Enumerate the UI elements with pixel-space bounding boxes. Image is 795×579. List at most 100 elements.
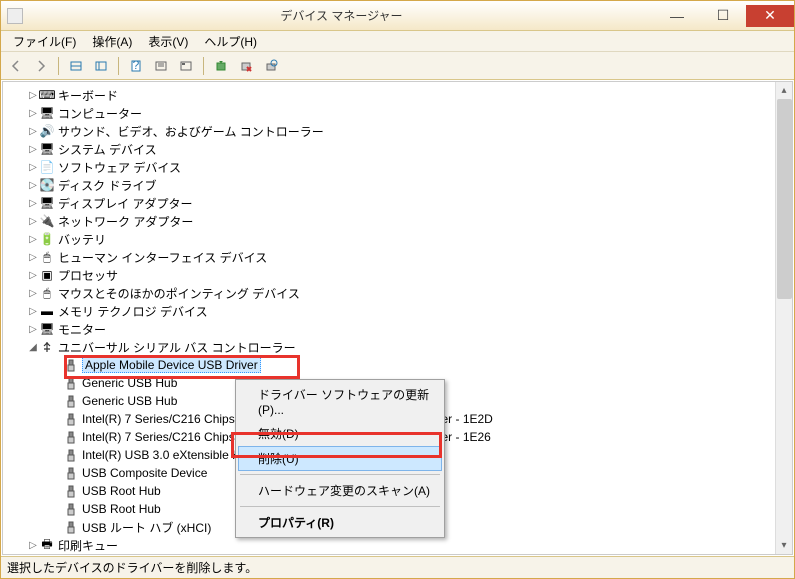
app-icon <box>7 8 23 24</box>
tree-item[interactable]: ▷🖥ディスプレイ アダプター <box>9 194 792 212</box>
menu-help[interactable]: ヘルプ(H) <box>196 31 265 52</box>
window-buttons: — ☐ ✕ <box>654 5 794 27</box>
menu-action[interactable]: 操作(A) <box>84 31 140 52</box>
toolbar-help-button[interactable]: ? <box>125 55 147 77</box>
context-menu: ドライバー ソフトウェアの更新(P)... 無効(D) 削除(U) ハードウェア… <box>235 379 445 538</box>
usb-device-icon <box>63 411 79 427</box>
vertical-scrollbar[interactable]: ▴ ▾ <box>775 82 792 554</box>
expand-icon[interactable]: ▷ <box>27 234 39 245</box>
scroll-down-icon[interactable]: ▾ <box>776 537 792 554</box>
statusbar: 選択したデバイスのドライバーを削除します。 <box>1 556 794 578</box>
keyboard-icon: ⌨ <box>39 87 55 103</box>
expand-icon[interactable]: ▷ <box>27 180 39 191</box>
display-icon: 🖥 <box>39 195 55 211</box>
ctx-update-driver[interactable]: ドライバー ソフトウェアの更新(P)... <box>238 382 442 421</box>
expand-icon[interactable]: ▷ <box>27 126 39 137</box>
tree-item-usb-category[interactable]: ◢ユニバーサル シリアル バス コントローラー <box>9 338 792 356</box>
usb-device-icon <box>63 465 79 481</box>
toolbar-view-button[interactable] <box>90 55 112 77</box>
cpu-icon: ▣ <box>39 267 55 283</box>
expand-icon[interactable]: ▷ <box>27 306 39 317</box>
usb-device-icon <box>63 393 79 409</box>
expand-icon[interactable]: ▷ <box>27 324 39 335</box>
memory-icon: ▬ <box>39 303 55 319</box>
expand-icon[interactable]: ▷ <box>27 108 39 119</box>
menu-view[interactable]: 表示(V) <box>140 31 196 52</box>
expand-icon[interactable]: ▷ <box>27 198 39 209</box>
printer-icon: 🖶 <box>39 537 55 553</box>
menubar: ファイル(F) 操作(A) 表示(V) ヘルプ(H) <box>1 31 794 52</box>
status-text: 選択したデバイスのドライバーを削除します。 <box>7 559 257 576</box>
toolbar: ? <box>1 52 794 80</box>
ctx-separator <box>240 506 440 507</box>
scroll-up-icon[interactable]: ▴ <box>776 82 792 99</box>
sound-icon: 🔊 <box>39 123 55 139</box>
toolbar-separator <box>118 57 119 75</box>
tree-item[interactable]: ▷⌨キーボード <box>9 86 792 104</box>
tree-item[interactable]: ▷🔌ネットワーク アダプター <box>9 212 792 230</box>
tree-item[interactable]: ▷📄ソフトウェア デバイス <box>9 158 792 176</box>
toolbar-forward-button[interactable] <box>30 55 52 77</box>
tree-item-apple-usb-driver[interactable]: Apple Mobile Device USB Driver <box>9 356 792 374</box>
tree-item[interactable]: ▷🖥システム デバイス <box>9 140 792 158</box>
usb-device-icon <box>63 519 79 535</box>
menu-file[interactable]: ファイル(F) <box>5 31 84 52</box>
usb-device-icon <box>63 447 79 463</box>
toolbar-separator <box>58 57 59 75</box>
toolbar-details-button[interactable] <box>175 55 197 77</box>
collapse-icon[interactable]: ◢ <box>27 342 39 353</box>
tree-item[interactable]: ▷🖶印刷キュー <box>9 536 792 554</box>
ctx-properties[interactable]: プロパティ(R) <box>238 510 442 535</box>
tree-item[interactable]: ▷▬メモリ テクノロジ デバイス <box>9 302 792 320</box>
expand-icon[interactable]: ▷ <box>27 144 39 155</box>
disk-icon: 💽 <box>39 177 55 193</box>
expand-icon[interactable]: ▷ <box>27 216 39 227</box>
mouse-icon: 🖱 <box>39 285 55 301</box>
system-icon: 🖥 <box>39 141 55 157</box>
maximize-button[interactable]: ☐ <box>700 5 746 27</box>
expand-icon[interactable]: ▷ <box>27 288 39 299</box>
window-title: デバイス マネージャー <box>29 7 654 24</box>
device-manager-window: デバイス マネージャー — ☐ ✕ ファイル(F) 操作(A) 表示(V) ヘル… <box>0 0 795 579</box>
minimize-button[interactable]: — <box>654 5 700 27</box>
close-button[interactable]: ✕ <box>746 5 794 27</box>
device-tree-area: ▷⌨キーボード ▷🖥コンピューター ▷🔊サウンド、ビデオ、およびゲーム コントロ… <box>2 81 793 555</box>
ctx-disable[interactable]: 無効(D) <box>238 421 442 446</box>
toolbar-update-driver-button[interactable] <box>210 55 232 77</box>
expand-icon[interactable]: ▷ <box>27 540 39 551</box>
toolbar-scan-button[interactable] <box>260 55 282 77</box>
software-icon: 📄 <box>39 159 55 175</box>
tree-item[interactable]: ▷🖥コンピューター <box>9 104 792 122</box>
usb-device-icon <box>63 429 79 445</box>
usb-icon <box>39 339 55 355</box>
ctx-scan-hardware[interactable]: ハードウェア変更のスキャン(A) <box>238 478 442 503</box>
usb-device-icon <box>63 483 79 499</box>
expand-icon[interactable]: ▷ <box>27 270 39 281</box>
titlebar: デバイス マネージャー — ☐ ✕ <box>1 1 794 31</box>
tree-item[interactable]: ▷🖥モニター <box>9 320 792 338</box>
expand-icon[interactable]: ▷ <box>27 252 39 263</box>
ctx-separator <box>240 474 440 475</box>
computer-icon: 🖥 <box>39 105 55 121</box>
tree-item[interactable]: ▷🔋バッテリ <box>9 230 792 248</box>
usb-device-icon <box>63 375 79 391</box>
expand-icon[interactable]: ▷ <box>27 90 39 101</box>
toolbar-back-button[interactable] <box>5 55 27 77</box>
toolbar-show-hidden-button[interactable] <box>65 55 87 77</box>
usb-device-icon <box>63 501 79 517</box>
monitor-icon: 🖥 <box>39 321 55 337</box>
tree-item[interactable]: ▷🔊サウンド、ビデオ、およびゲーム コントローラー <box>9 122 792 140</box>
hid-icon: 🖱 <box>39 249 55 265</box>
tree-item[interactable]: ▷💽ディスク ドライブ <box>9 176 792 194</box>
network-icon: 🔌 <box>39 213 55 229</box>
toolbar-properties-button[interactable] <box>150 55 172 77</box>
expand-icon[interactable]: ▷ <box>27 162 39 173</box>
svg-text:?: ? <box>133 59 140 72</box>
scroll-thumb[interactable] <box>777 99 792 299</box>
tree-item[interactable]: ▷🖱ヒューマン インターフェイス デバイス <box>9 248 792 266</box>
tree-item[interactable]: ▷▣プロセッサ <box>9 266 792 284</box>
tree-item[interactable]: ▷🖱マウスとそのほかのポインティング デバイス <box>9 284 792 302</box>
usb-device-icon <box>63 357 79 373</box>
toolbar-uninstall-button[interactable] <box>235 55 257 77</box>
ctx-uninstall[interactable]: 削除(U) <box>238 446 442 471</box>
